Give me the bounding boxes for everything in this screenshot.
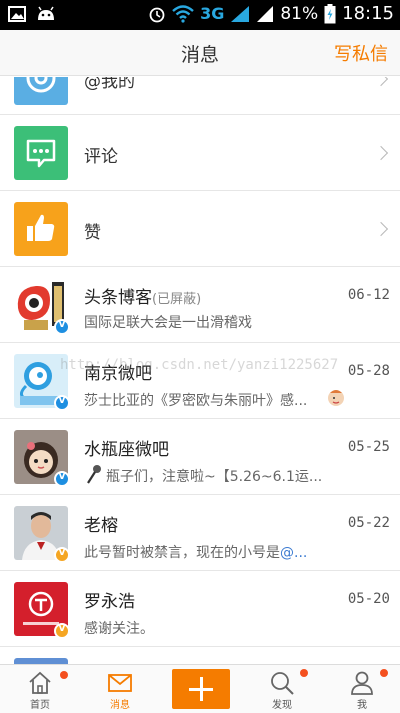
notification-dot <box>60 671 68 679</box>
message-date: 05-20 <box>347 591 390 607</box>
plus-icon-v <box>200 677 203 701</box>
thumbs-up-icon <box>14 202 68 256</box>
message-preview: 瓶子们，注意啦~【5.26~6.1运... <box>106 469 323 485</box>
tab-label: 我 <box>357 700 367 711</box>
message-preview: 此号暂时被禁言，现在的小号是 <box>84 545 280 561</box>
mail-icon <box>108 674 132 692</box>
conversation-item[interactable]: V 头条博客(已屏蔽) 06-12 国际足联大会是一出滑稽戏 <box>0 267 400 343</box>
conversation-item[interactable]: V 南京微吧 05-28 莎士比亚的《罗密欧与朱丽叶》感... <box>0 343 400 419</box>
list-item-mentions[interactable]: @我的 <box>0 77 400 115</box>
mention-link[interactable]: @... <box>280 545 307 561</box>
contact-name-wrap: 头条博客(已屏蔽) <box>84 283 201 308</box>
list-item-comments[interactable]: 评论 <box>0 115 400 191</box>
conversation-item[interactable]: V 水瓶座微吧 05-25 瓶子们，注意啦~【5.26~6.1运... <box>0 419 400 495</box>
conversation-item[interactable]: V 罗永浩 05-20 感谢关注。 <box>0 571 400 647</box>
list-item-label: 赞 <box>84 223 101 243</box>
verified-badge-icon: V <box>54 395 70 411</box>
message-preview: 国际足联大会是一出滑稽戏 <box>84 315 252 331</box>
at-icon <box>14 77 68 105</box>
chevron-right-icon <box>373 145 389 161</box>
tab-discover[interactable]: 发现 <box>242 665 322 713</box>
clock: 18:15 <box>342 3 394 24</box>
contact-name: 罗永浩 <box>84 592 135 612</box>
message-date: 05-22 <box>347 515 390 531</box>
bottom-tab-bar: 首页 消息 发现 我 <box>0 664 400 713</box>
message-preview-wrap: 此号暂时被禁言，现在的小号是@... <box>84 542 346 562</box>
contact-name: 头条博客 <box>84 288 152 308</box>
emoji-icon <box>328 390 344 406</box>
tab-home[interactable]: 首页 <box>0 665 80 713</box>
message-preview: 感谢关注。 <box>84 621 154 637</box>
verified-badge-icon: V <box>54 623 70 639</box>
signal-secondary-icon <box>257 5 274 22</box>
list-item-likes[interactable]: 赞 <box>0 191 400 267</box>
list-item-label: 评论 <box>84 147 118 167</box>
compose-message-button[interactable]: 写私信 <box>334 40 388 66</box>
notification-dot <box>380 669 388 677</box>
microphone-icon <box>87 465 101 484</box>
verified-badge-icon: V <box>54 547 70 563</box>
signal-icon <box>231 5 250 22</box>
verified-badge-icon: V <box>54 471 70 487</box>
search-icon <box>271 672 294 695</box>
conversation-item[interactable] <box>0 647 400 664</box>
message-date: 05-28 <box>347 363 390 379</box>
alarm-icon <box>149 7 165 22</box>
contact-name: 水瓶座微吧 <box>84 440 169 460</box>
message-date: 05-25 <box>347 439 390 455</box>
tab-profile[interactable]: 我 <box>322 665 400 713</box>
tab-messages[interactable]: 消息 <box>80 665 160 713</box>
tab-label: 发现 <box>272 700 292 711</box>
message-date: 06-12 <box>347 287 390 303</box>
chevron-right-icon <box>373 77 389 87</box>
notification-dot <box>300 669 308 677</box>
network-type: 3G <box>200 4 225 23</box>
battery-percent: 81% <box>280 3 319 24</box>
list-item-label: @我的 <box>84 77 135 92</box>
contact-name: 南京微吧 <box>84 364 152 384</box>
image-icon <box>8 6 26 22</box>
contact-name: 老榕 <box>84 516 118 536</box>
contact-status: (已屏蔽) <box>152 292 202 307</box>
tab-label: 首页 <box>30 700 50 711</box>
header: 消息 写私信 <box>0 30 400 76</box>
message-list[interactable]: @我的 评论 赞 V 头条博客(已屏蔽) 06-12 国际足联大会是一出滑稽戏 … <box>0 77 400 664</box>
status-bar: 3G 81% 18:15 <box>0 0 400 30</box>
android-icon <box>38 6 54 20</box>
verified-badge-icon: V <box>54 319 70 335</box>
wifi-icon <box>172 4 194 23</box>
add-post-button[interactable] <box>172 669 230 709</box>
message-preview: 莎士比亚的《罗密欧与朱丽叶》感... <box>84 393 308 409</box>
tab-label: 消息 <box>110 700 130 711</box>
chevron-right-icon <box>373 221 389 237</box>
home-icon <box>29 671 51 694</box>
battery-icon <box>324 3 336 23</box>
conversation-item[interactable]: V 老榕 05-22 此号暂时被禁言，现在的小号是@... <box>0 495 400 571</box>
comment-icon <box>14 126 68 180</box>
profile-icon <box>351 671 373 695</box>
